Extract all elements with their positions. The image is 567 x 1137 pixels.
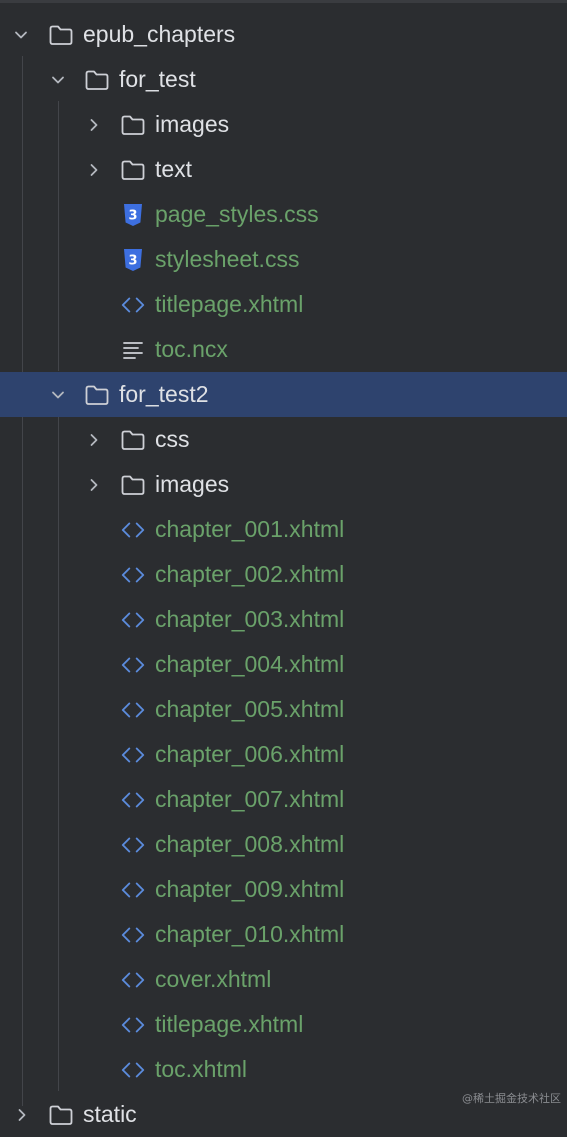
tree-label: titlepage.xhtml bbox=[155, 291, 304, 317]
tree-row-css[interactable]: css bbox=[0, 417, 567, 462]
tree-row-for-test2[interactable]: for_test2 bbox=[0, 372, 567, 417]
tree-row-epub-chapters[interactable]: epub_chapters bbox=[0, 12, 567, 57]
chevron-right-icon[interactable] bbox=[85, 147, 103, 192]
tree-row-page-styles-css[interactable]: 3 page_styles.css bbox=[0, 192, 567, 237]
tree-label: text bbox=[155, 156, 193, 182]
chevron-right-icon[interactable] bbox=[85, 462, 103, 507]
tree-label: epub_chapters bbox=[83, 21, 236, 47]
tree-label: css bbox=[155, 426, 190, 452]
tree-label: chapter_004.xhtml bbox=[155, 651, 345, 677]
chevron-right-icon[interactable] bbox=[13, 1092, 31, 1137]
tree-label: static bbox=[83, 1101, 137, 1127]
folder-icon bbox=[84, 372, 110, 417]
tree-label: chapter_010.xhtml bbox=[155, 921, 345, 947]
tree-row-text[interactable]: text bbox=[0, 147, 567, 192]
chevron-down-icon[interactable] bbox=[12, 12, 30, 57]
folder-icon bbox=[120, 462, 146, 507]
project-tree: epub_chapters for_test images text 3 pag… bbox=[0, 0, 567, 1127]
text-file-icon bbox=[120, 327, 146, 372]
tree-label: for_test2 bbox=[119, 381, 209, 407]
tree-label: images bbox=[155, 111, 230, 137]
tree-row-chapter-010[interactable]: chapter_010.xhtml bbox=[0, 912, 567, 957]
tree-row-titlepage-2[interactable]: titlepage.xhtml bbox=[0, 1002, 567, 1047]
tree-label: chapter_001.xhtml bbox=[155, 516, 345, 542]
tree-row-chapter-006[interactable]: chapter_006.xhtml bbox=[0, 732, 567, 777]
tree-row-cover[interactable]: cover.xhtml bbox=[0, 957, 567, 1002]
xhtml-file-icon bbox=[120, 1002, 146, 1047]
tree-label: images bbox=[155, 471, 230, 497]
xhtml-file-icon bbox=[120, 687, 146, 732]
tree-row-toc-xhtml[interactable]: toc.xhtml bbox=[0, 1047, 567, 1092]
tree-row-chapter-008[interactable]: chapter_008.xhtml bbox=[0, 822, 567, 867]
tree-label: stylesheet.css bbox=[155, 246, 300, 272]
tree-label: chapter_009.xhtml bbox=[155, 876, 345, 902]
xhtml-file-icon bbox=[120, 822, 146, 867]
svg-text:3: 3 bbox=[128, 253, 137, 268]
tree-row-for-test[interactable]: for_test bbox=[0, 57, 567, 102]
tree-row-titlepage-xhtml[interactable]: titlepage.xhtml bbox=[0, 282, 567, 327]
tree-row-toc-ncx[interactable]: toc.ncx bbox=[0, 327, 567, 372]
tree-label: page_styles.css bbox=[155, 201, 319, 227]
tree-label: titlepage.xhtml bbox=[155, 1011, 304, 1037]
folder-icon bbox=[48, 1092, 74, 1137]
tree-row-images[interactable]: images bbox=[0, 102, 567, 147]
tree-row-chapter-005[interactable]: chapter_005.xhtml bbox=[0, 687, 567, 732]
folder-icon bbox=[120, 102, 146, 147]
tree-row-chapter-001[interactable]: chapter_001.xhtml bbox=[0, 507, 567, 552]
css-file-icon: 3 bbox=[120, 192, 146, 237]
tree-label: chapter_006.xhtml bbox=[155, 741, 345, 767]
tree-row-images-2[interactable]: images bbox=[0, 462, 567, 507]
tree-label: toc.ncx bbox=[155, 336, 228, 362]
folder-icon bbox=[48, 12, 74, 57]
chevron-right-icon[interactable] bbox=[85, 102, 103, 147]
tree-row-chapter-009[interactable]: chapter_009.xhtml bbox=[0, 867, 567, 912]
xhtml-file-icon bbox=[120, 867, 146, 912]
folder-icon bbox=[84, 57, 110, 102]
xhtml-file-icon bbox=[120, 597, 146, 642]
xhtml-file-icon bbox=[120, 507, 146, 552]
tree-label: for_test bbox=[119, 66, 196, 92]
tree-label: cover.xhtml bbox=[155, 966, 272, 992]
tree-label: chapter_007.xhtml bbox=[155, 786, 345, 812]
chevron-down-icon[interactable] bbox=[49, 57, 67, 102]
tree-label: chapter_008.xhtml bbox=[155, 831, 345, 857]
chevron-down-icon[interactable] bbox=[49, 372, 67, 417]
svg-text:3: 3 bbox=[128, 208, 137, 223]
tree-row-chapter-002[interactable]: chapter_002.xhtml bbox=[0, 552, 567, 597]
xhtml-file-icon bbox=[120, 282, 146, 327]
xhtml-file-icon bbox=[120, 1047, 146, 1092]
watermark: @稀土掘金技术社区 bbox=[462, 1092, 561, 1105]
tree-row-chapter-003[interactable]: chapter_003.xhtml bbox=[0, 597, 567, 642]
folder-icon bbox=[120, 417, 146, 462]
folder-icon bbox=[120, 147, 146, 192]
chevron-right-icon[interactable] bbox=[85, 417, 103, 462]
partial-row-above bbox=[0, 0, 567, 3]
xhtml-file-icon bbox=[120, 957, 146, 1002]
tree-row-chapter-007[interactable]: chapter_007.xhtml bbox=[0, 777, 567, 822]
tree-label: chapter_005.xhtml bbox=[155, 696, 345, 722]
xhtml-file-icon bbox=[120, 912, 146, 957]
css-file-icon: 3 bbox=[120, 237, 146, 282]
tree-row-stylesheet-css[interactable]: 3 stylesheet.css bbox=[0, 237, 567, 282]
xhtml-file-icon bbox=[120, 552, 146, 597]
xhtml-file-icon bbox=[120, 642, 146, 687]
tree-row-chapter-004[interactable]: chapter_004.xhtml bbox=[0, 642, 567, 687]
tree-label: chapter_002.xhtml bbox=[155, 561, 345, 587]
xhtml-file-icon bbox=[120, 777, 146, 822]
xhtml-file-icon bbox=[120, 732, 146, 777]
tree-label: toc.xhtml bbox=[155, 1056, 248, 1082]
tree-label: chapter_003.xhtml bbox=[155, 606, 345, 632]
